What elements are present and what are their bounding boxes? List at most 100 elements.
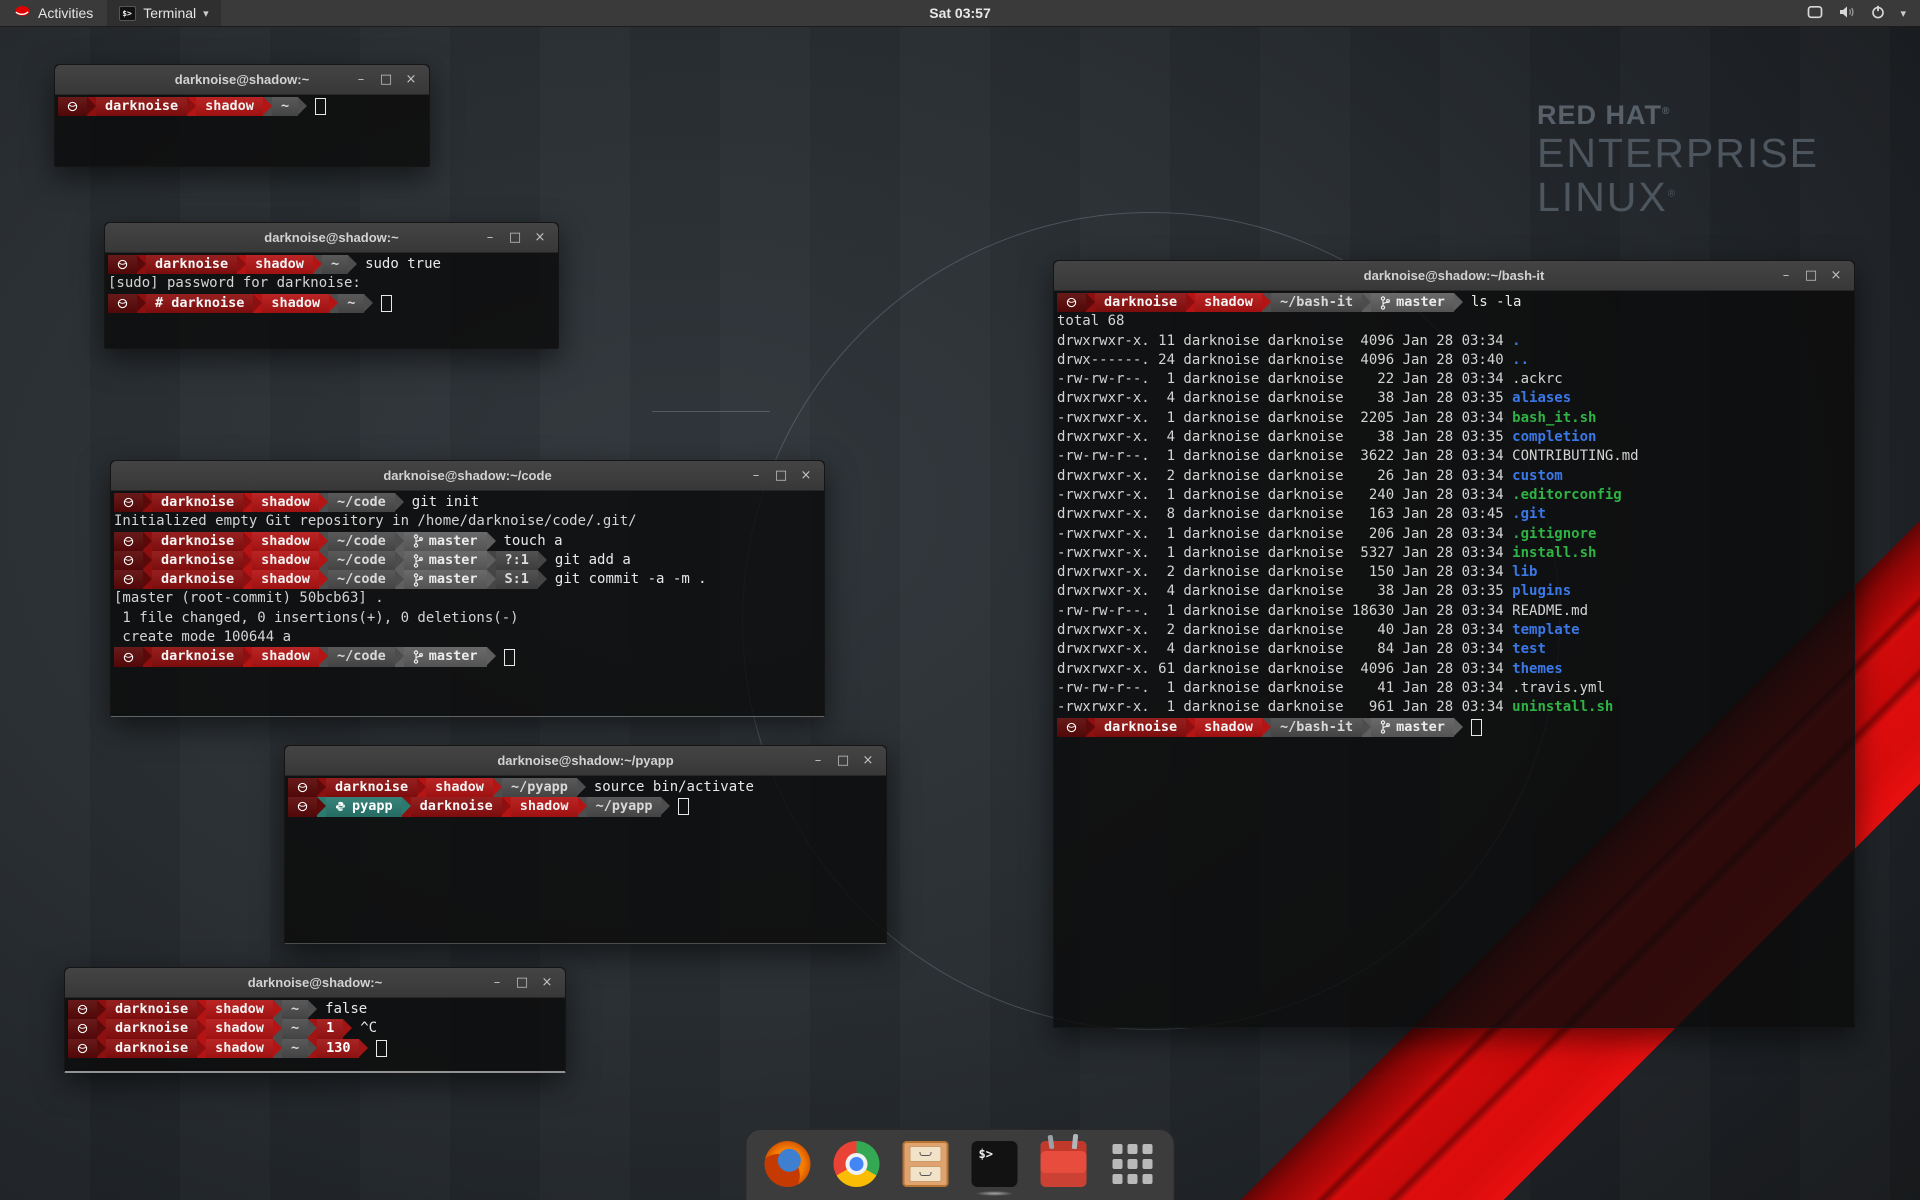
terminal-content[interactable]: darknoiseshadow~/codegit initInitialized… [111, 491, 824, 669]
prompt-segment-text: ~/bash-it [1280, 293, 1353, 312]
terminal-content[interactable]: darknoiseshadow~ [55, 95, 429, 118]
prompt-segment-text: shadow [255, 255, 304, 274]
window-titlebar[interactable]: darknoise@shadow:~/code – □ × [111, 461, 824, 491]
prompt-segment-exit: 130 [317, 1039, 359, 1058]
redhat-icon [77, 1004, 88, 1015]
powerline-arrow-icon [187, 97, 196, 116]
terminal-window-bash-it[interactable]: darknoise@shadow:~/bash-it – □ × darknoi… [1053, 260, 1855, 1028]
close-button[interactable]: × [403, 72, 419, 87]
window-titlebar[interactable]: darknoise@shadow:~ – □ × [105, 223, 558, 253]
terminal-output-line: [master (root-commit) 50bcb63] . [114, 589, 821, 608]
ls-row: -rwxrwxr-x. 1 darknoise darknoise 2205 J… [1057, 409, 1851, 428]
dock-item-files[interactable] [903, 1141, 949, 1187]
powerline-arrow-icon [395, 551, 404, 570]
ls-row: -rwxrwxr-x. 1 darknoise darknoise 240 Ja… [1057, 486, 1851, 505]
prompt-segment-exit: 1 [317, 1019, 343, 1038]
chevron-down-icon: ▾ [1900, 7, 1906, 20]
close-button[interactable]: × [532, 230, 548, 245]
minimize-button[interactable]: – [748, 468, 764, 483]
powerline-arrow-icon [493, 778, 502, 797]
powerline-arrow-icon [395, 532, 404, 551]
prompt-segment-text: master [429, 551, 478, 570]
prompt-segment-text: darknoise [115, 1019, 188, 1038]
terminal-window-pyapp[interactable]: darknoise@shadow:~/pyapp – □ × darknoise… [284, 745, 887, 944]
terminal-content[interactable]: darknoiseshadow~falsedarknoiseshadow~1^C… [65, 998, 565, 1060]
powerline-arrow-icon [273, 1019, 282, 1038]
maximize-button[interactable]: □ [1803, 268, 1819, 283]
minimize-button[interactable]: – [353, 72, 369, 87]
powerline-arrow-icon [243, 551, 252, 570]
close-button[interactable]: × [539, 975, 555, 990]
redhat-icon [123, 497, 134, 508]
close-button[interactable]: × [860, 753, 876, 768]
branch-icon [413, 573, 423, 587]
redhat-icon [123, 555, 134, 566]
prompt-segment-icon [108, 255, 137, 274]
dock-item-terminal[interactable]: $> [972, 1141, 1018, 1187]
prompt-segment-text: master [429, 532, 478, 551]
system-menu[interactable]: ▾ [1793, 0, 1920, 26]
prompt-segment-text: shadow [215, 1000, 264, 1019]
powerline-arrow-icon [298, 97, 307, 116]
redhat-icon [117, 298, 128, 309]
maximize-button[interactable]: □ [378, 72, 394, 87]
activities-button[interactable]: Activities [0, 0, 107, 26]
dock-item-firefox[interactable] [765, 1141, 811, 1187]
terminal-window-sudo[interactable]: darknoise@shadow:~ – □ × darknoiseshadow… [104, 222, 559, 349]
prompt-segment-host: shadow [252, 647, 319, 666]
close-button[interactable]: × [1828, 268, 1844, 283]
prompt-segment-user: darknoise [106, 1019, 197, 1038]
window-titlebar[interactable]: darknoise@shadow:~/bash-it – □ × [1054, 261, 1854, 291]
minimize-button[interactable]: – [482, 230, 498, 245]
file-name: test [1512, 641, 1546, 657]
terminal-window-home-1[interactable]: darknoise@shadow:~ – □ × darknoiseshadow… [54, 64, 430, 167]
powerline-arrow-icon [343, 1019, 352, 1038]
prompt-segment-host: shadow [196, 97, 263, 116]
maximize-button[interactable]: □ [507, 230, 523, 245]
powerline-arrow-icon [319, 570, 328, 589]
close-button[interactable]: × [798, 468, 814, 483]
dock-item-toolbox[interactable] [1041, 1141, 1087, 1187]
maximize-button[interactable]: □ [835, 753, 851, 768]
ls-row: -rw-rw-r--. 1 darknoise darknoise 41 Jan… [1057, 679, 1851, 698]
app-menu-terminal[interactable]: $> Terminal ▾ [107, 0, 220, 26]
window-titlebar[interactable]: darknoise@shadow:~/pyapp – □ × [285, 746, 886, 776]
prompt-segment-text: ~ [291, 1019, 299, 1038]
maximize-button[interactable]: □ [514, 975, 530, 990]
powerline-arrow-icon [97, 1019, 106, 1038]
clock[interactable]: Sat 03:57 [929, 5, 990, 21]
terminal-content[interactable]: darknoiseshadow~sudo true[sudo] password… [105, 253, 558, 315]
terminal-content[interactable]: darknoiseshadow~/pyappsource bin/activat… [285, 776, 886, 819]
powerline-arrow-icon [253, 294, 262, 313]
ls-row: drwxrwxr-x. 8 darknoise darknoise 163 Ja… [1057, 505, 1851, 524]
dock-item-chrome[interactable] [834, 1141, 880, 1187]
prompt-segment-path: ~/pyapp [587, 797, 662, 816]
powerline-arrow-icon [313, 255, 322, 274]
file-name: template [1512, 622, 1579, 638]
prompt-segment-git: master [404, 570, 487, 589]
terminal-window-code[interactable]: darknoise@shadow:~/code – □ × darknoises… [110, 460, 825, 717]
terminal-window-home-2[interactable]: darknoise@shadow:~ – □ × darknoise shadow… [64, 967, 566, 1073]
terminal-content[interactable]: darknoiseshadow~/bash-itmasterls -latota… [1054, 291, 1854, 739]
prompt-segment-host: shadow [246, 255, 313, 274]
ls-row: drwxrwxr-x. 2 darknoise darknoise 150 Ja… [1057, 563, 1851, 582]
minimize-button[interactable]: – [810, 753, 826, 768]
file-name: .travis.yml [1512, 680, 1605, 696]
powerline-arrow-icon [1086, 718, 1095, 737]
minimize-button[interactable]: – [1778, 268, 1794, 283]
redhat-icon [297, 782, 308, 793]
prompt-segment-path: ~/bash-it [1271, 293, 1362, 312]
branch-icon [413, 534, 423, 548]
branch-icon [413, 650, 423, 664]
window-titlebar[interactable]: darknoise@shadow:~ – □ × [55, 65, 429, 95]
prompt-segment-user: darknoise [326, 778, 417, 797]
window-titlebar[interactable]: darknoise@shadow:~ – □ × [65, 968, 565, 998]
powerline-arrow-icon [137, 294, 146, 313]
prompt-segment-host: shadow [426, 778, 493, 797]
display-icon [1807, 5, 1823, 22]
minimize-button[interactable]: – [489, 975, 505, 990]
maximize-button[interactable]: □ [773, 468, 789, 483]
dock-item-app-grid[interactable] [1110, 1141, 1156, 1187]
prompt-segment-text: shadow [1204, 293, 1253, 312]
prompt-line: darknoiseshadow~/codemastertouch a [114, 532, 821, 551]
